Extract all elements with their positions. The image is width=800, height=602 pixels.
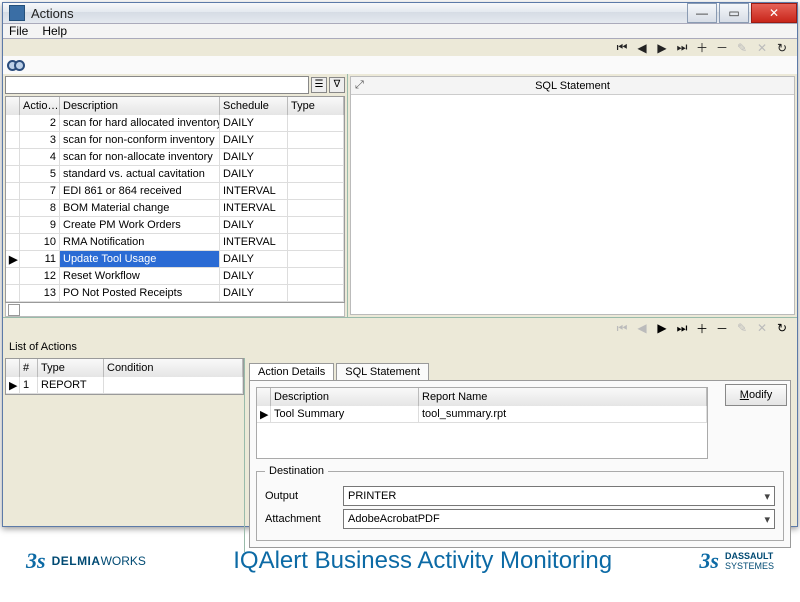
tab-action-details[interactable]: Action Details [249,363,334,380]
table-row[interactable]: 9Create PM Work OrdersDAILY [6,217,344,234]
add-icon[interactable]: ＋ [695,320,709,337]
filter-icon[interactable]: ∇ [329,77,345,93]
first-icon: ⏮ [615,321,629,336]
table-row[interactable]: 8BOM Material changeINTERVAL [6,200,344,217]
app-icon [9,5,25,21]
sql-pane: ⤢ SQL Statement [350,76,795,315]
action-details-grid[interactable]: Description Report Name ▶Tool Summarytoo… [256,387,708,459]
menubar: File Help [3,24,797,39]
output-label: Output [265,490,343,502]
table-row[interactable]: 3scan for non-conform inventoryDAILY [6,132,344,149]
remove-icon[interactable]: － [715,320,729,337]
table-row[interactable]: 13PO Not Posted ReceiptsDAILY [6,285,344,302]
minimize-button[interactable]: — [687,3,717,23]
grid-footer [5,303,345,317]
edit-icon: ✎ [735,321,749,335]
maximize-button[interactable]: ▭ [719,3,749,23]
next-icon[interactable]: ▶ [655,41,669,55]
add-icon[interactable]: ＋ [695,39,709,56]
toolbar [3,56,797,74]
table-row[interactable]: 5standard vs. actual cavitationDAILY [6,166,344,183]
table-row[interactable]: ▶Tool Summarytool_summary.rpt [257,406,707,423]
refresh-icon[interactable]: ↻ [775,321,789,335]
table-row[interactable]: 2scan for hard allocated inventoryDAILY [6,115,344,132]
modify-button[interactable]: Modify [725,384,787,406]
table-row[interactable]: 4scan for non-allocate inventoryDAILY [6,149,344,166]
filter-input[interactable] [5,76,309,94]
brand-delmiaworks: 3s DELMIAWORKS [26,548,146,574]
grid-header: Actio… Description Schedule Type [6,97,344,115]
record-nav-upper: ⏮ ◀ ▶ ⏭ ＋ － ✎ ✕ ↻ [3,39,797,56]
picklist-icon[interactable]: ☰ [311,77,327,93]
find-icon[interactable] [7,56,25,74]
prev-icon[interactable]: ◀ [635,41,649,55]
next-icon[interactable]: ▶ [655,321,669,335]
cancel-icon: ✕ [755,41,769,55]
refresh-icon[interactable]: ↻ [775,41,789,55]
sql-text-area[interactable] [351,95,794,314]
list-of-actions-grid[interactable]: # Type Condition ▶1REPORT [5,358,244,395]
table-row[interactable]: 12Reset WorkflowDAILY [6,268,344,285]
attachment-select[interactable]: AdobeAcrobatPDF [343,509,775,529]
attachment-label: Attachment [265,513,343,525]
window-title: Actions [31,6,685,21]
destination-group: Destination Output PRINTER Attachment Ad… [256,465,784,541]
record-nav-lower: ⏮ ◀ ▶ ⏭ ＋ － ✎ ✕ ↻ [3,318,797,338]
table-row[interactable]: ▶11Update Tool UsageDAILY [6,251,344,268]
actions-grid[interactable]: Actio… Description Schedule Type 2scan f… [5,96,345,303]
pin-icon[interactable]: ⤢ [355,79,364,92]
close-button[interactable]: ✕ [751,3,797,23]
output-select[interactable]: PRINTER [343,486,775,506]
menu-help[interactable]: Help [42,24,67,38]
list-of-actions-label: List of Actions [3,338,797,356]
table-row[interactable]: 7EDI 861 or 864 receivedINTERVAL [6,183,344,200]
cancel-icon: ✕ [755,321,769,335]
prev-icon: ◀ [635,321,649,335]
app-window: Actions — ▭ ✕ File Help ⏮ ◀ ▶ ⏭ ＋ － ✎ ✕ … [2,2,798,527]
last-icon[interactable]: ⏭ [675,321,689,336]
remove-icon[interactable]: － [715,39,729,56]
last-icon[interactable]: ⏭ [675,40,689,55]
first-icon[interactable]: ⏮ [615,40,629,55]
edit-icon: ✎ [735,41,749,55]
titlebar: Actions — ▭ ✕ [3,3,797,24]
menu-file[interactable]: File [9,24,28,38]
tab-sql-statement[interactable]: SQL Statement [336,363,429,380]
sql-pane-title: SQL Statement [535,80,610,92]
table-row[interactable]: 10RMA NotificationINTERVAL [6,234,344,251]
list-item[interactable]: ▶1REPORT [6,377,243,394]
